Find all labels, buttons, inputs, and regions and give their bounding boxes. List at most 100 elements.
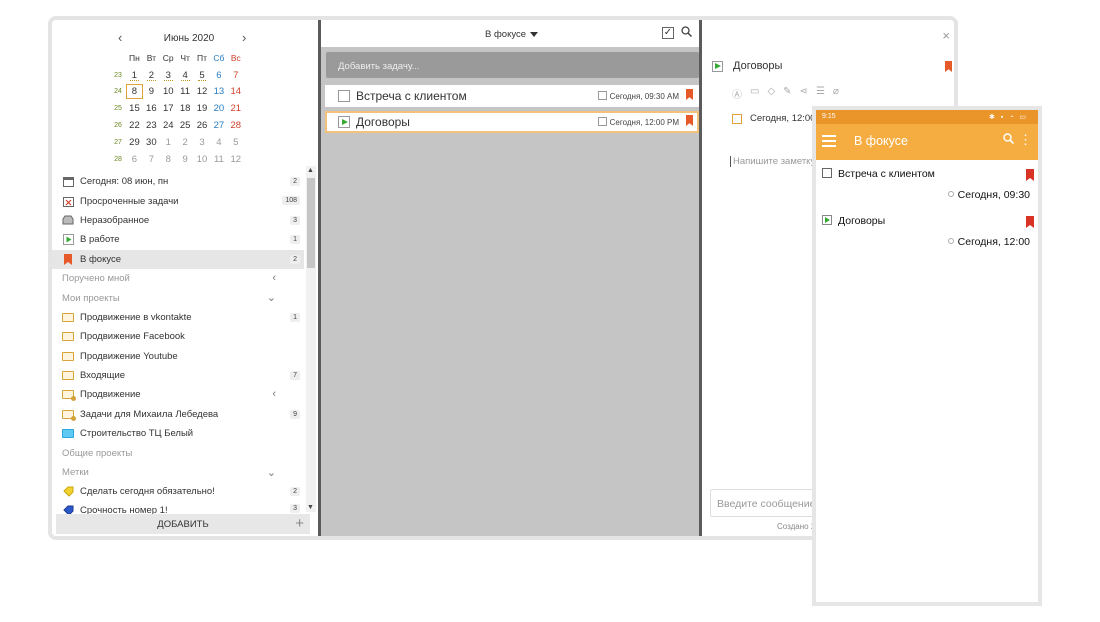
- sidebar-project-inbox[interactable]: Входящие 7: [52, 366, 304, 385]
- calendar-day[interactable]: 7: [227, 70, 244, 81]
- calendar-day[interactable]: 12: [194, 86, 211, 97]
- calendar-day[interactable]: 12: [227, 154, 244, 165]
- chevron-left-icon[interactable]: ‹: [272, 388, 276, 400]
- calendar-day[interactable]: 4: [177, 70, 194, 81]
- play-icon[interactable]: [822, 215, 832, 225]
- calendar-day[interactable]: 16: [143, 103, 160, 114]
- chevron-down-icon[interactable]: ⌄: [267, 291, 276, 304]
- add-task-input[interactable]: Добавить задачу...: [326, 52, 699, 78]
- checklist-icon[interactable]: ☰: [816, 86, 825, 101]
- bookmark-icon[interactable]: [686, 115, 693, 126]
- calendar-day[interactable]: 4: [210, 137, 227, 148]
- sidebar-scrollbar[interactable]: ▲ ▼: [306, 166, 316, 512]
- calendar-day[interactable]: 2: [143, 70, 160, 81]
- calendar-day[interactable]: 7: [143, 154, 160, 165]
- calendar-day[interactable]: 19: [194, 103, 211, 114]
- calendar-day[interactable]: 26: [194, 120, 211, 131]
- task-checkbox[interactable]: [822, 168, 832, 178]
- add-button[interactable]: ДОБАВИТЬ +: [56, 514, 310, 534]
- share-icon[interactable]: ⋖: [800, 86, 808, 101]
- sidebar-section-tags[interactable]: Метки ⌄: [52, 463, 304, 482]
- play-icon[interactable]: [338, 116, 350, 128]
- detail-due-date[interactable]: Сегодня, 12:00: [732, 113, 815, 124]
- sidebar-project-vkontakte[interactable]: Продвижение в vkontakte 1: [52, 308, 304, 327]
- calendar-day[interactable]: 6: [210, 70, 227, 81]
- detail-task-title[interactable]: Договоры: [733, 60, 782, 72]
- calendar-day[interactable]: 27: [210, 120, 227, 131]
- calendar-day[interactable]: 11: [177, 86, 194, 97]
- search-icon[interactable]: [1003, 133, 1015, 147]
- calendar-day[interactable]: 23: [143, 120, 160, 131]
- bookmark-icon[interactable]: [1026, 169, 1034, 181]
- calendar-day[interactable]: 24: [160, 120, 177, 131]
- sidebar-section-my-projects[interactable]: Мои проекты ⌄: [52, 288, 304, 307]
- calendar-day[interactable]: 1: [160, 137, 177, 148]
- sidebar-item-overdue[interactable]: Просроченные задачи 108: [52, 191, 304, 210]
- task-row-selected[interactable]: Договоры Сегодня, 12:00 PM: [325, 111, 699, 133]
- sidebar-tag-urgency-1[interactable]: Срочность номер 1! 3: [52, 502, 304, 514]
- calendar-day[interactable]: 25: [177, 120, 194, 131]
- assign-icon[interactable]: Ⓐ: [732, 86, 742, 101]
- bookmark-icon[interactable]: [1026, 216, 1034, 228]
- sidebar-project-construction[interactable]: Строительство ТЦ Белый: [52, 424, 304, 443]
- bookmark-icon[interactable]: [686, 89, 693, 100]
- calendar-day[interactable]: 3: [194, 137, 211, 148]
- sidebar-project-mikhail-tasks[interactable]: Задачи для Михаила Лебедева 9: [52, 405, 304, 424]
- calendar-day[interactable]: 5: [227, 137, 244, 148]
- calendar-day[interactable]: 15: [126, 103, 143, 114]
- more-vertical-icon[interactable]: ⋮: [1019, 132, 1032, 148]
- calendar-day[interactable]: 13: [210, 86, 227, 97]
- close-icon[interactable]: ×: [942, 28, 950, 43]
- sidebar-project-facebook[interactable]: Продвижение Facebook: [52, 327, 304, 346]
- filter-dropdown[interactable]: В фокусе: [485, 29, 539, 40]
- sidebar-item-today[interactable]: Сегодня: 08 июн, пн 2: [52, 172, 304, 191]
- calendar-day[interactable]: 30: [143, 137, 160, 148]
- calendar-day[interactable]: 29: [126, 137, 143, 148]
- calendar-day[interactable]: 2: [177, 137, 194, 148]
- calendar-day[interactable]: 3: [160, 70, 177, 81]
- calendar-day[interactable]: 8: [126, 84, 143, 100]
- tag-icon[interactable]: ◇: [767, 86, 775, 101]
- phone-task-row[interactable]: Встреча с клиентом Сегодня, 09:30: [822, 168, 1034, 201]
- calendar-day[interactable]: 17: [160, 103, 177, 114]
- hamburger-menu-icon[interactable]: [822, 135, 836, 147]
- sidebar-item-in-progress[interactable]: В работе 1: [52, 230, 304, 249]
- calendar-day[interactable]: 18: [177, 103, 194, 114]
- scroll-down-icon[interactable]: ▼: [307, 504, 314, 511]
- calendar-day[interactable]: 20: [210, 103, 227, 114]
- chevron-down-icon[interactable]: ⌄: [267, 466, 276, 479]
- play-icon[interactable]: [712, 60, 723, 72]
- pin-icon[interactable]: ✎: [783, 86, 791, 101]
- calendar-day[interactable]: 9: [143, 86, 160, 97]
- task-row[interactable]: Встреча с клиентом Сегодня, 09:30 AM: [325, 85, 699, 107]
- calendar-day[interactable]: 28: [227, 120, 244, 131]
- calendar-day[interactable]: 9: [177, 154, 194, 165]
- calendar-day[interactable]: 14: [227, 86, 244, 97]
- calendar-day[interactable]: 22: [126, 120, 143, 131]
- search-icon[interactable]: [681, 26, 693, 40]
- calendar-next-button[interactable]: ›: [242, 30, 246, 45]
- calendar-day[interactable]: 10: [160, 86, 177, 97]
- sidebar-item-focus[interactable]: В фокусе 2: [52, 249, 304, 269]
- note-input[interactable]: Напишите заметку...: [730, 156, 822, 167]
- sidebar-project-promotion[interactable]: Продвижение ‹: [52, 385, 304, 404]
- sidebar-section-assigned-by-me[interactable]: Поручено мной ‹: [52, 269, 304, 288]
- task-checkbox[interactable]: [338, 90, 350, 102]
- scroll-up-icon[interactable]: ▲: [307, 167, 314, 174]
- sidebar-item-inbox-unsorted[interactable]: Неразобранное 3: [52, 211, 304, 230]
- sidebar-tag-do-today[interactable]: Сделать сегодня обязательно! 2: [52, 482, 304, 501]
- calendar-day[interactable]: 8: [160, 154, 177, 165]
- sidebar-section-shared-projects[interactable]: Общие проекты: [52, 443, 304, 462]
- folder-icon[interactable]: ▭: [750, 86, 759, 101]
- phone-task-row[interactable]: Договоры Сегодня, 12:00: [822, 215, 1034, 248]
- sidebar-project-youtube[interactable]: Продвижение Youtube: [52, 347, 304, 366]
- bookmark-icon[interactable]: [945, 61, 952, 72]
- calendar-day[interactable]: 1: [126, 70, 143, 81]
- calendar-day[interactable]: 6: [126, 154, 143, 165]
- calendar-day[interactable]: 10: [194, 154, 211, 165]
- scrollbar-thumb[interactable]: [307, 178, 315, 268]
- chevron-left-icon[interactable]: ‹: [272, 272, 276, 284]
- calendar-day[interactable]: 21: [227, 103, 244, 114]
- calendar-day[interactable]: 11: [210, 154, 227, 165]
- attachment-icon[interactable]: ⌀: [833, 86, 839, 101]
